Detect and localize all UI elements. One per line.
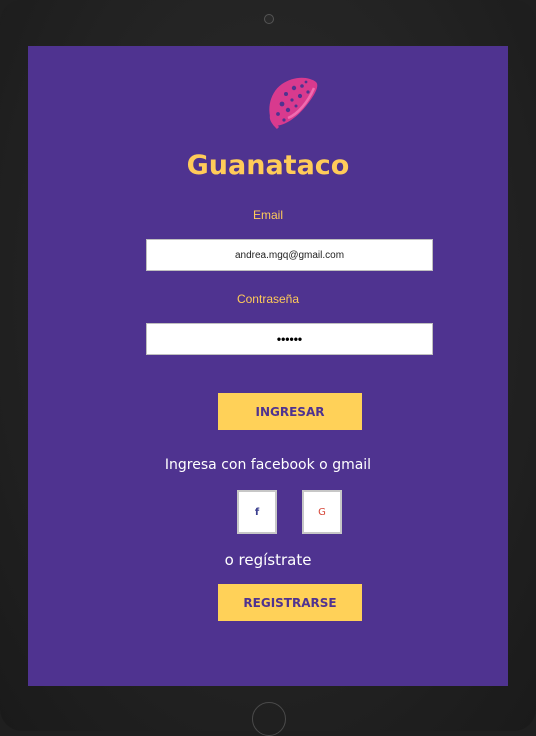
camera-icon <box>264 14 274 24</box>
register-button[interactable]: REGISTRARSE <box>218 584 362 621</box>
password-label: Contraseña <box>236 292 300 306</box>
email-field[interactable] <box>146 239 433 271</box>
login-button[interactable]: INGRESAR <box>218 393 362 430</box>
google-button[interactable]: G <box>302 490 342 534</box>
password-field[interactable]: •••••• <box>146 323 433 355</box>
social-login-prompt: Ingresa con facebook o gmail <box>164 457 372 473</box>
taco-logo-icon <box>269 77 318 130</box>
app-title: Guanataco <box>186 150 350 181</box>
register-prompt: o regístrate <box>224 551 312 569</box>
tablet-frame: Guanataco Email Contraseña •••••• INGRES… <box>0 0 536 736</box>
facebook-button[interactable]: f <box>237 490 277 534</box>
email-label: Email <box>252 208 283 222</box>
google-icon: G <box>318 506 326 518</box>
facebook-icon: f <box>254 506 260 518</box>
app-screen: Guanataco Email Contraseña •••••• INGRES… <box>28 46 508 686</box>
